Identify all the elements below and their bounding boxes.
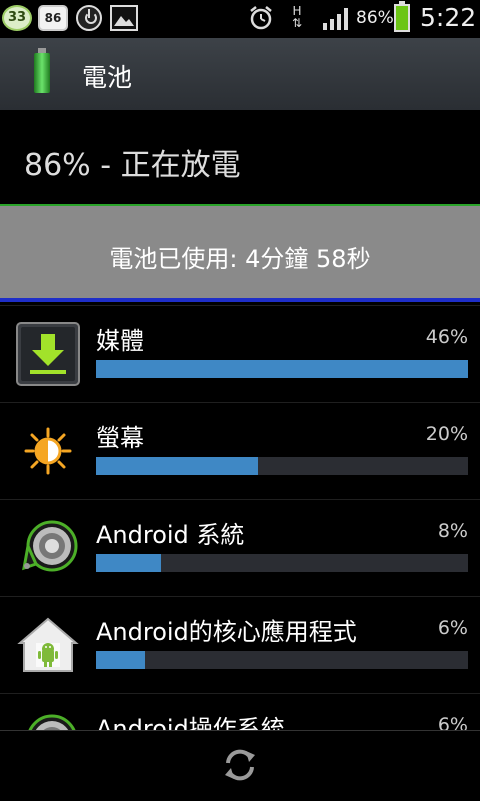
bottom-bar <box>0 730 480 801</box>
image-icon <box>110 5 138 31</box>
usage-percent: 46% <box>425 326 468 348</box>
usage-bar-fill <box>96 554 161 572</box>
title-bar: 電池 <box>0 38 480 111</box>
usage-bar <box>96 651 468 669</box>
app-name: Android操作系統 <box>96 715 285 730</box>
usage-bar-fill <box>96 360 468 378</box>
network-type-label: H <box>292 4 302 18</box>
notification-badge-icon: 86 <box>38 5 68 31</box>
usage-bar-fill <box>96 457 258 475</box>
usage-list: 媒體 46% 螢幕 20% Android 系統 8% Android的核心應用… <box>0 305 480 730</box>
android-system-icon <box>16 710 80 730</box>
download-icon <box>16 322 80 386</box>
clock: 5:22 <box>420 3 477 32</box>
list-item[interactable]: Android的核心應用程式 6% <box>0 596 480 694</box>
battery-usage-time: 電池已使用: 4分鐘 58秒 <box>109 245 371 273</box>
brightness-icon <box>16 419 80 483</box>
usage-bar-fill <box>96 651 145 669</box>
list-item[interactable]: 媒體 46% <box>0 305 480 403</box>
list-item[interactable]: Android操作系統 6% <box>0 693 480 730</box>
battery-percent: 86% <box>356 8 394 28</box>
signal-icon <box>322 5 356 31</box>
temperature-icon: 33 <box>2 5 32 31</box>
battery-status-text: 86% - 正在放電 <box>24 148 241 183</box>
graph-level-line <box>0 204 480 206</box>
usage-bar <box>96 457 468 475</box>
list-item[interactable]: 螢幕 20% <box>0 402 480 500</box>
usage-bar <box>96 360 468 378</box>
android-home-icon <box>16 613 80 677</box>
usage-percent: 8% <box>437 520 468 542</box>
app-name: 螢幕 <box>96 424 144 452</box>
status-bar: 33 86 H ⇅ 86% 5:22 <box>0 0 480 38</box>
usage-bar <box>96 554 468 572</box>
list-item[interactable]: Android 系統 8% <box>0 499 480 597</box>
usage-percent: 6% <box>437 714 468 730</box>
android-system-icon <box>16 516 80 580</box>
alarm-icon <box>248 5 274 31</box>
app-name: Android的核心應用程式 <box>96 618 357 646</box>
network-type-icon: H ⇅ <box>291 4 303 30</box>
page-title: 電池 <box>82 63 133 92</box>
app-name: Android 系統 <box>96 521 245 549</box>
usage-percent: 20% <box>425 423 468 445</box>
battery-summary[interactable]: 86% - 正在放電 <box>0 110 480 205</box>
battery-history-graph[interactable]: 電池已使用: 4分鐘 58秒 <box>0 204 480 305</box>
refresh-icon[interactable] <box>220 745 260 785</box>
battery-icon <box>394 1 410 32</box>
graph-activity-strip <box>0 298 480 302</box>
app-name: 媒體 <box>96 327 144 355</box>
power-icon <box>76 5 102 31</box>
usage-percent: 6% <box>437 617 468 639</box>
battery-app-icon <box>34 48 50 93</box>
